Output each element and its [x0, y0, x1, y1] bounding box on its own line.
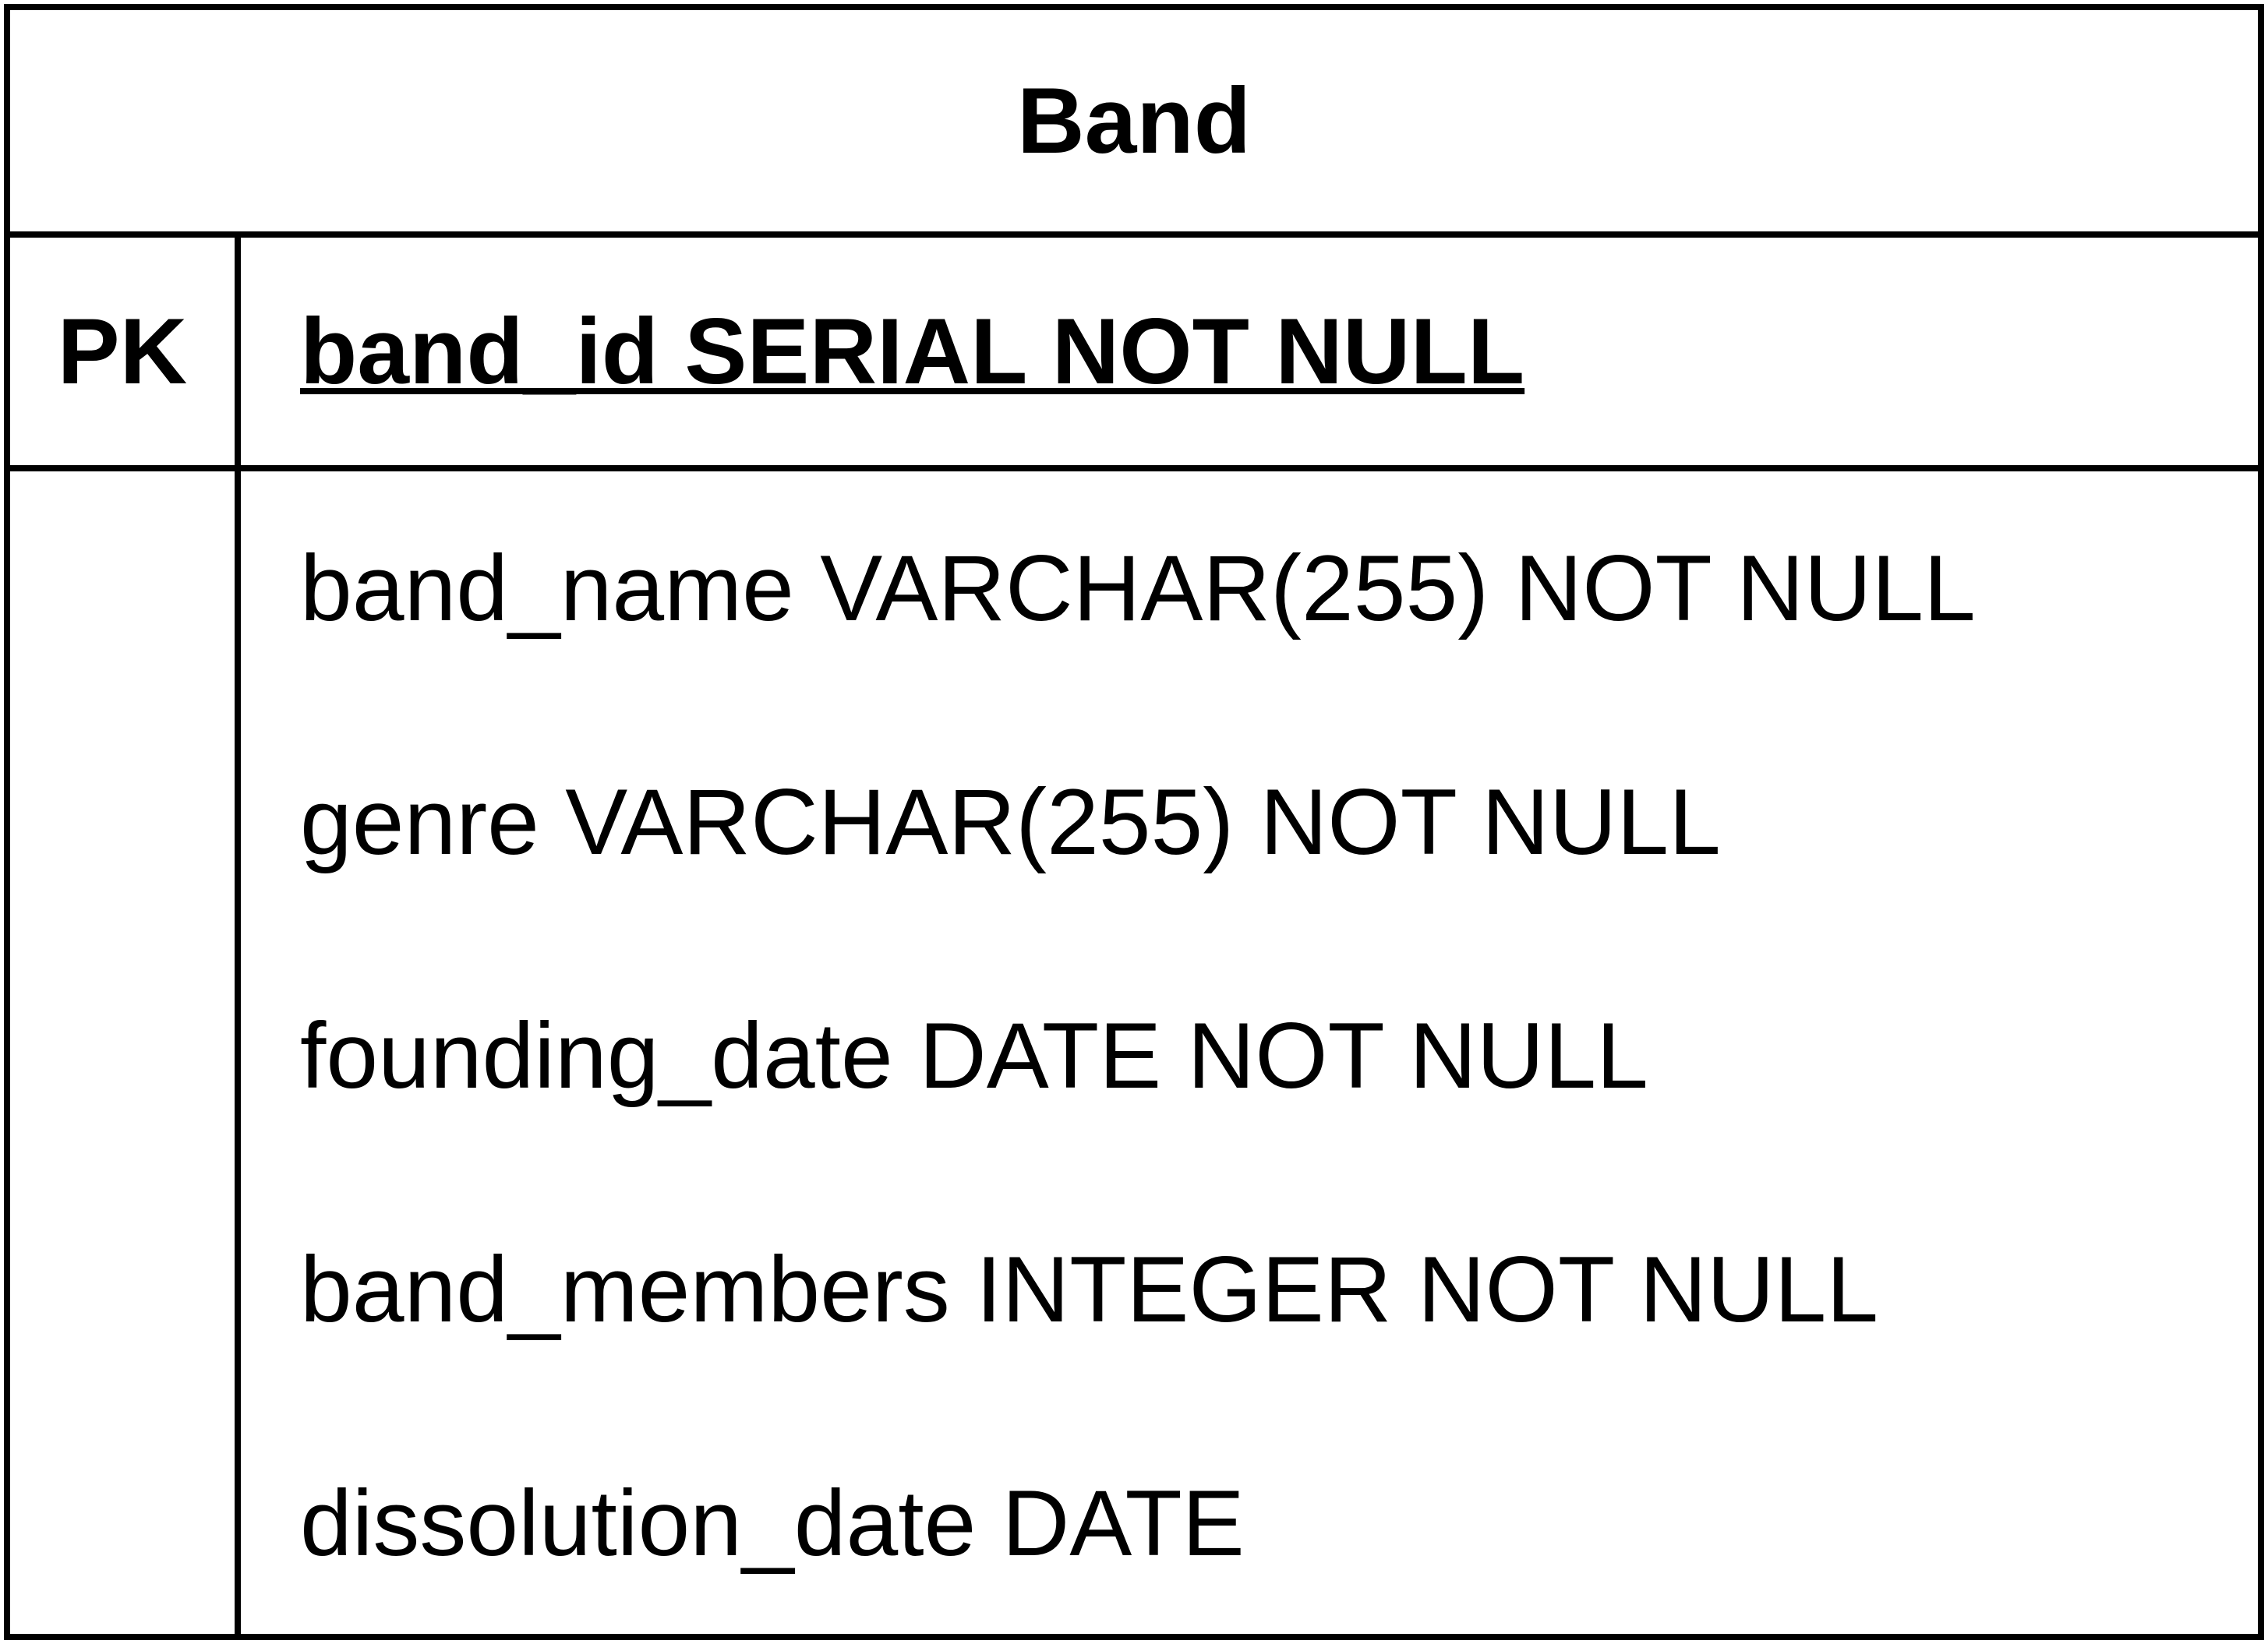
attribute-key-column — [10, 471, 241, 1634]
attribute-section: band_name VARCHAR(255) NOT NULL genre VA… — [10, 471, 2258, 1634]
primary-key-row: PK band_id SERIAL NOT NULL — [10, 238, 2258, 471]
primary-key-field-cell: band_id SERIAL NOT NULL — [300, 238, 1524, 465]
key-column-cell: PK — [10, 238, 241, 465]
attribute-field: band_members INTEGER NOT NULL — [300, 1237, 1879, 1342]
attribute-field: genre VARCHAR(255) NOT NULL — [300, 770, 1721, 874]
entity-header: Band — [10, 10, 2258, 238]
attribute-list: band_name VARCHAR(255) NOT NULL genre VA… — [300, 471, 2258, 1634]
attribute-field: founding_date DATE NOT NULL — [300, 1004, 1648, 1108]
attribute-field: dissolution_date DATE — [300, 1471, 1245, 1575]
primary-key-label: PK — [57, 299, 188, 404]
primary-key-field: band_id SERIAL NOT NULL — [300, 299, 1525, 404]
entity-title: Band — [1017, 69, 1251, 173]
attribute-field: band_name VARCHAR(255) NOT NULL — [300, 536, 1976, 640]
entity-table-band: Band PK band_id SERIAL NOT NULL band_nam… — [4, 4, 2264, 1640]
